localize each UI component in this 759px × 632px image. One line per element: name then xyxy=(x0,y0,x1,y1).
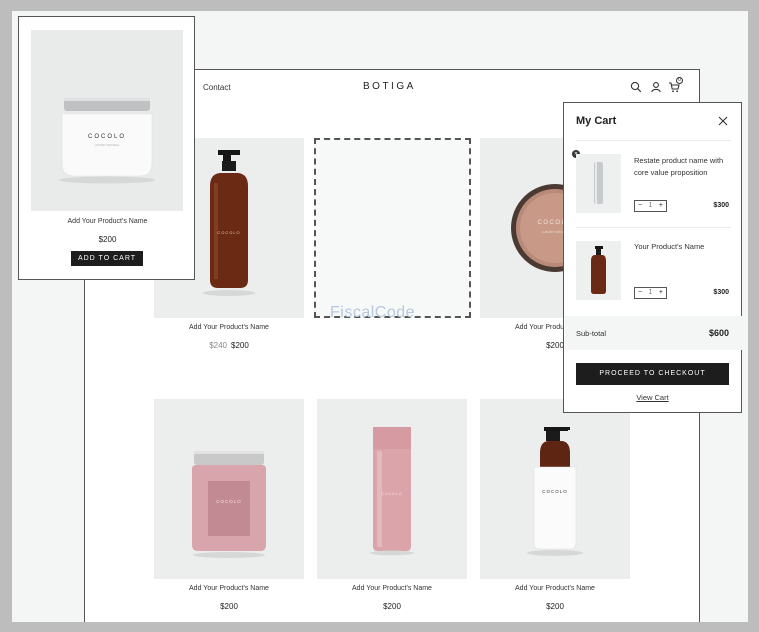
cart-item-price: $300 xyxy=(713,289,729,296)
product-image[interactable]: COCOLO xyxy=(317,399,467,579)
divider xyxy=(576,227,731,228)
product-price: $200 xyxy=(383,602,401,611)
cart-item-image xyxy=(576,241,621,300)
zoomed-product-price: $200 xyxy=(98,235,117,244)
white-jar-icon: COCOLO LUXURY NATURAL xyxy=(59,98,155,184)
product-name[interactable]: Add Your Product's Name xyxy=(480,585,630,592)
svg-text:COCOLO: COCOLO xyxy=(88,134,126,140)
quantity-value[interactable]: 1 xyxy=(649,288,653,298)
add-to-cart-button[interactable]: ADD TO CART xyxy=(71,251,143,266)
decrease-button[interactable]: − xyxy=(638,201,642,211)
subtotal-label: Sub-total xyxy=(576,329,607,338)
search-icon[interactable] xyxy=(630,81,642,93)
drop-placeholder: FiscalCode xyxy=(314,138,471,321)
cart-count-badge: 0 xyxy=(676,77,683,84)
account-icon[interactable] xyxy=(650,81,662,93)
subtotal-value: $600 xyxy=(708,328,729,338)
product-old-price: $240 xyxy=(209,341,227,350)
zoomed-product-name[interactable]: Add Your Product's Name xyxy=(19,218,196,225)
increase-button[interactable]: + xyxy=(659,288,663,298)
zoomed-product-image[interactable]: COCOLO LUXURY NATURAL xyxy=(31,30,183,211)
white-pump-bottle-icon: COCOLO xyxy=(527,427,583,556)
cart-item-name[interactable]: Restate product name with core value pro… xyxy=(634,155,734,179)
divider xyxy=(576,140,731,141)
close-icon[interactable] xyxy=(717,115,729,127)
product-sale-price: $200 xyxy=(231,341,249,350)
svg-text:COCOLO: COCOLO xyxy=(381,492,402,496)
product-price: $200 xyxy=(546,602,564,611)
amber-bottle-icon xyxy=(591,246,606,294)
quantity-stepper[interactable]: − 1 + xyxy=(634,287,667,299)
svg-text:COCOLO: COCOLO xyxy=(216,499,242,504)
product-card[interactable]: COCOLO Add Your Product's Name $200 xyxy=(154,399,304,611)
svg-text:COCOLO: COCOLO xyxy=(217,230,240,235)
cart-drawer: My Cart ✕ Restate product name with core… xyxy=(563,102,742,413)
product-card[interactable]: COCOLO Add Your Product's Name $200 xyxy=(317,399,467,611)
view-cart-link[interactable]: View Cart xyxy=(564,393,741,402)
product-price: $240 $200 xyxy=(154,341,304,350)
checkout-button[interactable]: PROCEED TO CHECKOUT xyxy=(576,363,729,385)
cart-item-name[interactable]: Your Product's Name xyxy=(634,241,734,253)
product-image[interactable]: COCOLO xyxy=(154,399,304,579)
quantity-stepper[interactable]: − 1 + xyxy=(634,200,667,212)
cart-item-image xyxy=(576,154,621,213)
brand-logo[interactable]: BOTIGA xyxy=(363,81,416,92)
product-name[interactable]: Add Your Product's Name xyxy=(154,324,304,331)
decrease-button[interactable]: − xyxy=(638,288,642,298)
increase-button[interactable]: + xyxy=(659,201,663,211)
pink-tube-icon: COCOLO xyxy=(370,427,414,556)
svg-text:LUXURY NATURAL: LUXURY NATURAL xyxy=(95,143,120,147)
product-price: $200 xyxy=(220,602,238,611)
cart-title: My Cart xyxy=(576,115,617,127)
product-name[interactable]: Add Your Product's Name xyxy=(154,585,304,592)
svg-text:COCOLO: COCOLO xyxy=(542,489,568,494)
product-card[interactable]: COCOLO Add Your Product's Name $200 xyxy=(480,399,630,611)
cart-item-price: $300 xyxy=(713,202,729,209)
nav-contact-link[interactable]: Contact xyxy=(203,83,231,92)
zoomed-product-card[interactable]: COCOLO LUXURY NATURAL Add Your Product's… xyxy=(18,16,195,280)
quantity-value[interactable]: 1 xyxy=(649,201,653,211)
product-name[interactable]: Add Your Product's Name xyxy=(317,585,467,592)
product-image[interactable]: COCOLO xyxy=(480,399,630,579)
silver-tube-icon xyxy=(594,162,603,204)
watermark-text: FiscalCode xyxy=(330,304,416,321)
pink-jar-icon: COCOLO xyxy=(192,451,266,558)
